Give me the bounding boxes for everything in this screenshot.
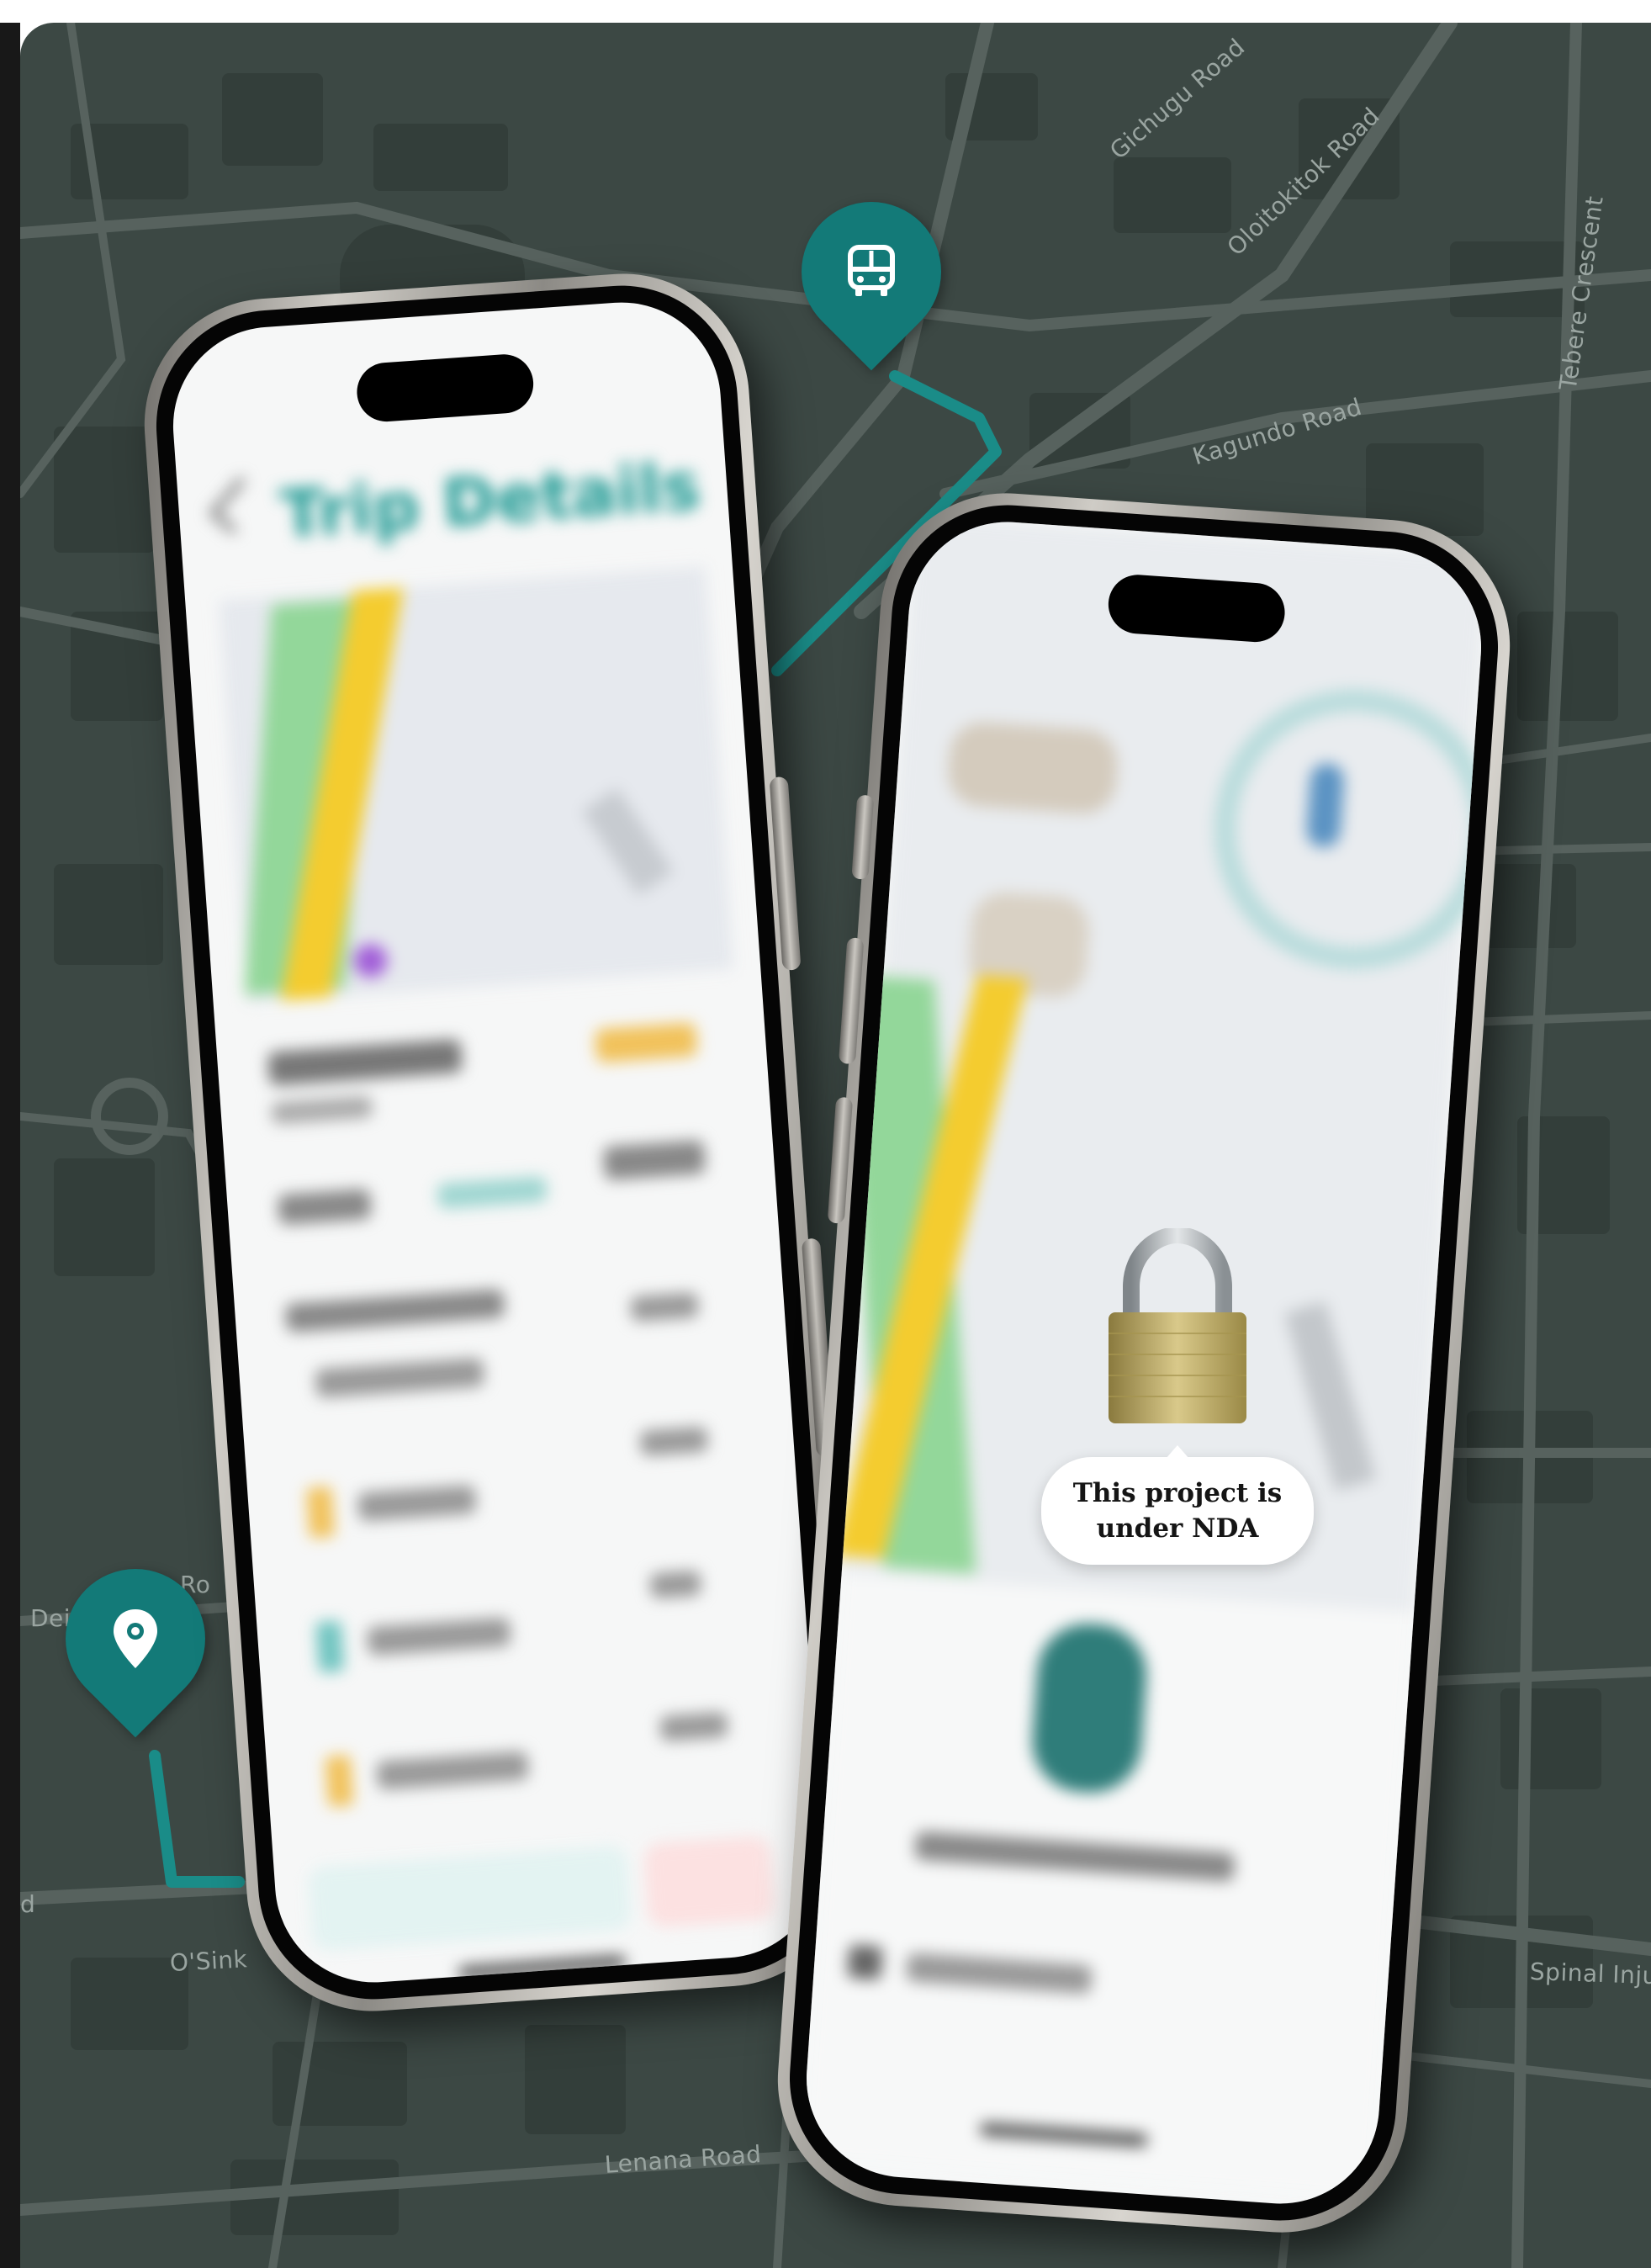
trip-map-preview [219,566,734,1004]
nda-lock [1093,1226,1262,1430]
street-label-osink: O'Sink [169,1945,248,1977]
street-label-d: d [20,1890,36,1918]
nda-notice-line2: under NDA [1096,1513,1259,1544]
bus-icon [835,236,908,308]
phone-screen-left: Trip Details [167,295,829,1990]
nda-notice-line1: This project is [1072,1478,1283,1508]
street-label-spinal: Spinal Inju [1529,1958,1651,1990]
phone-mockup-left: Trip Details [135,265,860,2020]
showcase-canvas: Gichugu Road Oloitokitok Road Tebere Cre… [0,0,1651,2268]
lock-icon [1109,1226,1246,1423]
dynamic-island [355,352,536,424]
blurred-app-content: Trip Details [167,296,829,1990]
trip-details-title: Trip Details [278,448,703,554]
dynamic-island [1106,572,1287,644]
nda-notice-bubble: This project is under NDA [1041,1445,1314,1565]
left-edge-bar [0,23,20,2268]
street-label-dei: Dei [30,1604,71,1632]
map-pin-icon [99,1603,172,1675]
